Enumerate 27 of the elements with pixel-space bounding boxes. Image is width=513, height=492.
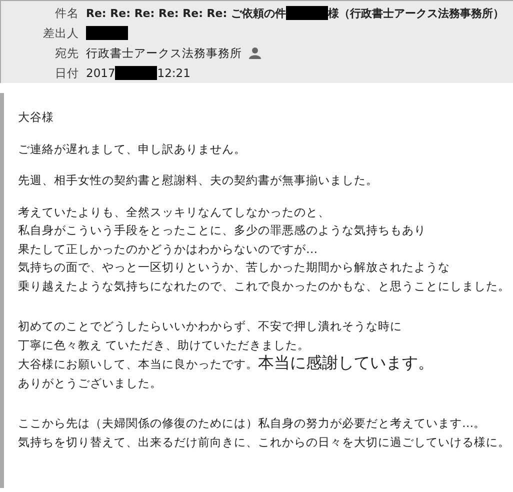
message-text: 私自身がこういう手段をとったことに、多少の罪悪感のような気持ちもあり [18,223,426,237]
message-text: 大谷様にお願いして、本当に良かったです。 [18,357,258,371]
field-value: 行政書士アークス法務事務所 [86,46,242,60]
message-text: ありがとうございました。 [18,376,162,390]
field-label: 日付 [54,66,80,80]
field-label: 件名 [54,6,80,20]
message-text: 先週、相手女性の契約書と慰謝料、夫の契約書が無事揃いました。 [18,173,378,187]
redaction-bar [115,66,158,80]
message-text: 初めてのことでどうしたらいいかわからず、不安で押し潰れそうな時に [18,319,402,333]
message-text: 大谷様 [18,110,54,124]
field-label: 差出人 [42,26,80,40]
redaction-bar [286,6,328,20]
message-text: 丁寧に色々教え ていただき、助けていただきました。 [18,338,310,352]
field-value: 12:21 [157,66,190,80]
field-value: Re: Re: Re: Re: Re: Re: ご依頼の件 [86,6,286,20]
message-text: 果たして正しかったのかどうかはわからないのですが… [18,242,318,256]
message-text: ここから先は（夫婦関係の修復のためには）私自身の努力が必要だと考えています…。 [18,416,486,430]
person-icon[interactable] [249,47,261,59]
message-text: 乗り越えたような気持ちになれたので、これで良かったのかもな、と思うことにしました。 [18,278,510,292]
redaction-bar [86,26,128,40]
message-text: 本当に感謝しています。 [258,353,434,372]
message-text: 気持ちを切り替えて、出来るだけ前向きに、これからの日々を大切に過ごしていける様に。 [18,434,510,448]
message-text: ご連絡が遅れまして、申し訳ありません。 [18,142,246,156]
message-text: 考えていたよりも、全然スッキリなんてしなかったのと、 [18,204,330,218]
message-text: 気持ちの面で、やっと一区切りというか、苦しかった期間から解放されたような [18,260,450,274]
field-label: 宛先 [54,46,80,60]
field-value: 2017 [86,66,116,80]
